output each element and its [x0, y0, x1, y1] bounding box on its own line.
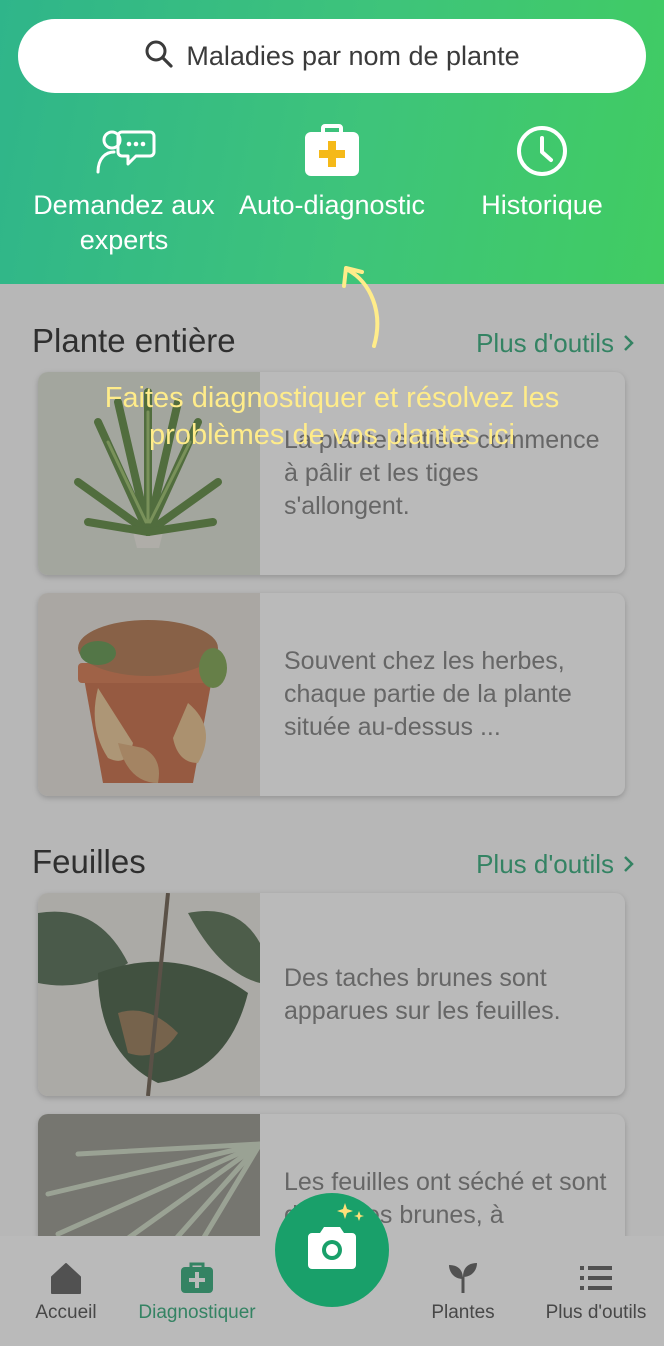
camera-icon: [304, 1225, 360, 1276]
chevron-right-icon: [622, 328, 634, 359]
camera-button[interactable]: [275, 1193, 389, 1307]
ask-experts-label: Demandez aux experts: [33, 190, 215, 255]
nav-label-plants: Plantes: [431, 1302, 495, 1323]
history-button[interactable]: Historique: [462, 120, 622, 223]
more-tools-link-whole-plant[interactable]: Plus d'outils: [476, 328, 634, 359]
card-description: Des taches brunes sont apparues sur les …: [284, 963, 561, 1025]
sparkle-icon: [337, 1201, 367, 1232]
search-icon: [144, 39, 174, 74]
section-title-whole-plant: Plante entière: [32, 322, 236, 359]
nav-label-home: Accueil: [35, 1302, 97, 1323]
nav-item-plants[interactable]: Plantes: [420, 1258, 506, 1324]
hint-arrow-icon: [330, 262, 390, 359]
clock-icon: [515, 120, 569, 182]
search-bar[interactable]: Maladies par nom de plante: [18, 19, 646, 93]
self-diagnosis-button[interactable]: Auto-diagnostic: [228, 120, 436, 223]
header: Maladies par nom de plante Demandez aux …: [0, 0, 664, 284]
more-tools-label: Plus d'outils: [476, 849, 614, 879]
more-tools-link-leaves[interactable]: Plus d'outils: [476, 849, 634, 880]
first-aid-kit-icon: [303, 120, 361, 182]
chat-experts-icon: [92, 120, 156, 182]
plant-photo-fig-leaves: [38, 893, 260, 1096]
nav-item-more-tools[interactable]: Plus d'outils: [538, 1258, 654, 1324]
sprout-icon: [445, 1258, 481, 1298]
more-tools-label: Plus d'outils: [476, 328, 614, 358]
history-label: Historique: [481, 190, 603, 220]
self-diagnosis-label: Auto-diagnostic: [238, 190, 426, 220]
ask-experts-button[interactable]: Demandez aux experts: [24, 120, 224, 258]
nav-label-more-tools: Plus d'outils: [545, 1302, 647, 1323]
medical-bag-icon: [179, 1258, 215, 1298]
card-description: Souvent chez les herbes, chaque partie d…: [284, 647, 572, 741]
chevron-right-icon: [622, 849, 634, 880]
nav-label-diagnose: Diagnostiquer: [138, 1302, 256, 1323]
card-leaves-brown-spots[interactable]: Des taches brunes sont apparues sur les …: [38, 893, 625, 1096]
tutorial-hint-text: Faites diagnostiquer et résolvez les pro…: [104, 382, 560, 451]
plant-photo-dried-pot: [38, 593, 260, 796]
nav-item-diagnose[interactable]: Diagnostiquer: [130, 1258, 264, 1324]
list-icon: [578, 1258, 614, 1298]
nav-item-home[interactable]: Accueil: [18, 1258, 114, 1324]
card-whole-plant-dried[interactable]: Souvent chez les herbes, chaque partie d…: [38, 593, 625, 796]
home-icon: [48, 1258, 84, 1298]
search-placeholder: Maladies par nom de plante: [186, 40, 520, 71]
section-title-leaves: Feuilles: [32, 843, 146, 880]
